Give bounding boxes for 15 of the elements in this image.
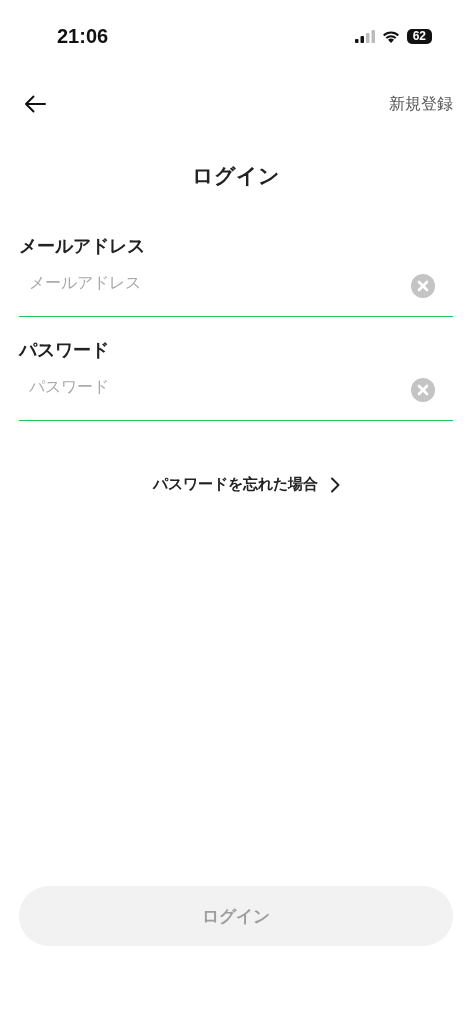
email-field[interactable]: メールアドレス xyxy=(19,273,411,298)
field-label: メールアドレス xyxy=(19,234,145,258)
forgot-password-link[interactable]: パスワードを忘れた場合 xyxy=(152,475,340,494)
battery-indicator: 62 xyxy=(406,28,432,44)
wifi-icon xyxy=(381,29,400,43)
password-field[interactable]: パスワード xyxy=(19,377,411,402)
page-title: ログイン xyxy=(191,163,281,190)
signal-icon xyxy=(354,29,375,43)
sign-up-link[interactable]: 新規登録 xyxy=(389,93,453,115)
field-label: パスワード xyxy=(19,338,109,362)
chevron-right-icon xyxy=(329,476,340,493)
clear-icon[interactable] xyxy=(411,273,435,298)
clear-icon[interactable] xyxy=(411,377,435,402)
back-arrow-icon[interactable] xyxy=(24,95,46,113)
status-time: 21:06 xyxy=(57,24,109,48)
